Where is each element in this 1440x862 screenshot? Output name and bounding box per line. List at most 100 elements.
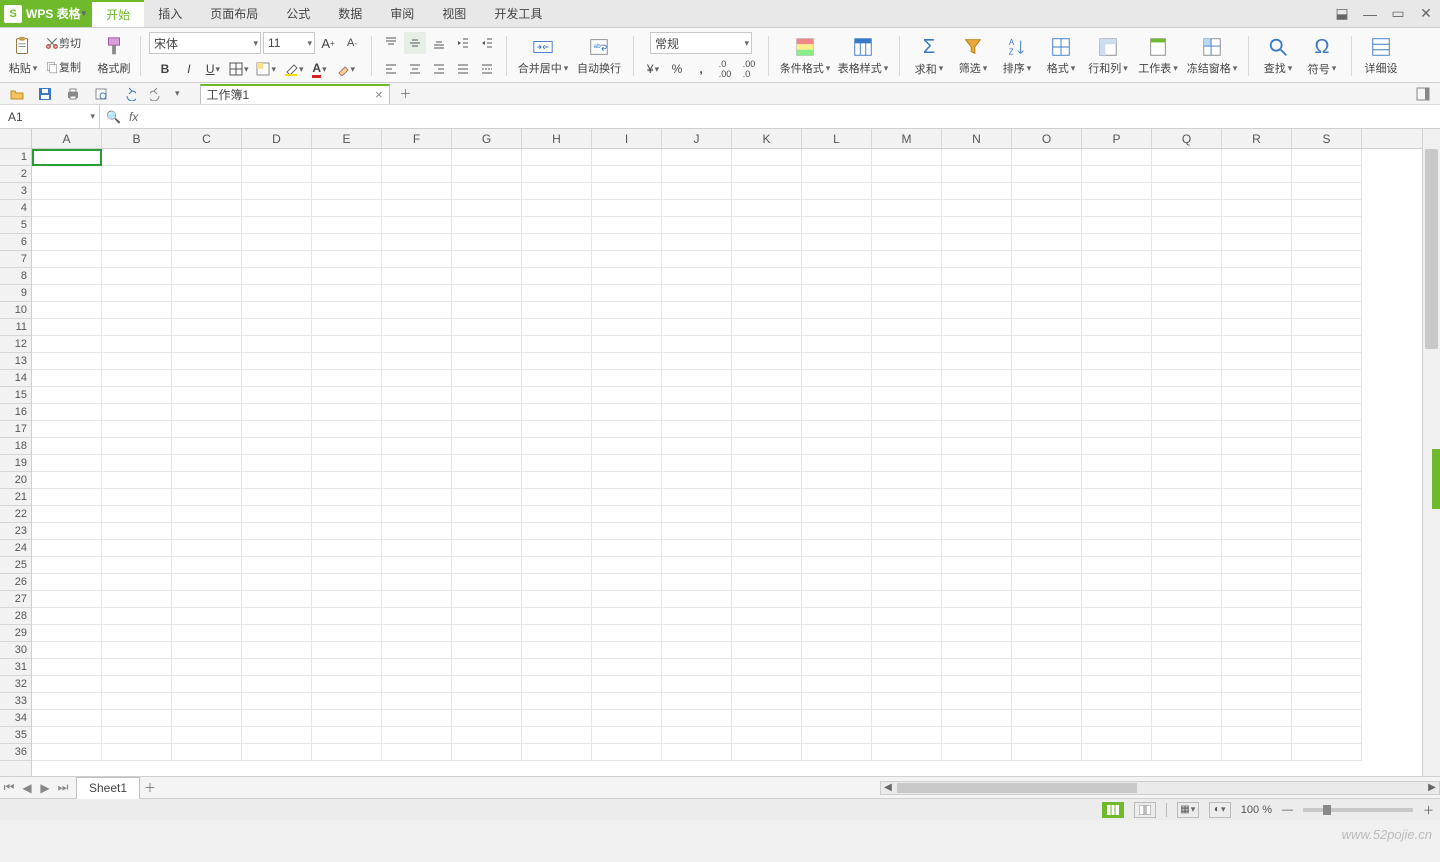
cell[interactable] [1082, 608, 1152, 625]
cell[interactable] [452, 370, 522, 387]
row-header[interactable]: 33 [0, 693, 31, 710]
cell[interactable] [452, 268, 522, 285]
cell[interactable] [1222, 370, 1292, 387]
cell[interactable] [312, 472, 382, 489]
undo-button[interactable] [118, 83, 140, 105]
open-button[interactable] [6, 83, 28, 105]
cell[interactable] [662, 472, 732, 489]
cell[interactable] [242, 149, 312, 166]
cell[interactable] [942, 217, 1012, 234]
cell[interactable] [592, 302, 662, 319]
cell[interactable] [1152, 727, 1222, 744]
cell[interactable] [1222, 234, 1292, 251]
cell[interactable] [732, 710, 802, 727]
cell[interactable] [872, 489, 942, 506]
cell[interactable] [942, 727, 1012, 744]
cell[interactable] [102, 693, 172, 710]
cell[interactable] [732, 693, 802, 710]
cell[interactable] [1012, 574, 1082, 591]
cell[interactable] [802, 319, 872, 336]
column-header[interactable]: C [172, 129, 242, 148]
cell[interactable] [1082, 676, 1152, 693]
cell[interactable] [662, 404, 732, 421]
cell[interactable] [382, 727, 452, 744]
cell[interactable] [942, 540, 1012, 557]
cell[interactable] [242, 472, 312, 489]
fill-color-button[interactable]: ▾ [281, 58, 307, 80]
cell[interactable] [1012, 455, 1082, 472]
cut-button[interactable]: 剪切 [42, 32, 94, 54]
cell[interactable] [1082, 693, 1152, 710]
cell[interactable] [1222, 744, 1292, 761]
cell[interactable] [1292, 676, 1362, 693]
cell[interactable] [802, 404, 872, 421]
cell[interactable] [942, 353, 1012, 370]
cell[interactable] [102, 183, 172, 200]
cell[interactable] [172, 166, 242, 183]
cell[interactable] [1082, 285, 1152, 302]
sheet-tab[interactable]: Sheet1 [76, 777, 140, 799]
cell[interactable] [1152, 183, 1222, 200]
cell[interactable] [1012, 710, 1082, 727]
cell[interactable] [1012, 251, 1082, 268]
cell[interactable] [1292, 421, 1362, 438]
cell[interactable] [452, 659, 522, 676]
cell[interactable] [312, 506, 382, 523]
row-header[interactable]: 9 [0, 285, 31, 302]
cell[interactable] [312, 387, 382, 404]
cell[interactable] [1222, 404, 1292, 421]
cell[interactable] [382, 302, 452, 319]
cell[interactable] [802, 336, 872, 353]
cell[interactable] [32, 268, 102, 285]
increase-decimal-button[interactable]: .0.00 [714, 58, 736, 80]
cell[interactable] [242, 727, 312, 744]
cell[interactable] [872, 302, 942, 319]
zoom-percent-label[interactable]: 100 % [1241, 804, 1272, 816]
cell[interactable] [242, 268, 312, 285]
row-header[interactable]: 12 [0, 336, 31, 353]
cell[interactable] [1012, 438, 1082, 455]
cell[interactable] [592, 183, 662, 200]
cell[interactable] [102, 353, 172, 370]
cell[interactable] [732, 200, 802, 217]
app-brand[interactable]: S WPS 表格 ▾ [0, 0, 92, 27]
scroll-right-icon[interactable]: ▶ [1425, 782, 1439, 794]
cell[interactable] [1222, 642, 1292, 659]
cell[interactable] [872, 200, 942, 217]
menu-tab-formulas[interactable]: 公式 [272, 0, 324, 27]
cell[interactable] [242, 608, 312, 625]
cell[interactable] [1012, 506, 1082, 523]
cell[interactable] [522, 217, 592, 234]
cell[interactable] [1152, 710, 1222, 727]
cell[interactable] [662, 523, 732, 540]
cell[interactable] [102, 421, 172, 438]
cell[interactable] [1082, 404, 1152, 421]
cell[interactable] [872, 710, 942, 727]
cell[interactable] [522, 659, 592, 676]
cell[interactable] [732, 489, 802, 506]
cell[interactable] [1012, 489, 1082, 506]
cell[interactable] [732, 659, 802, 676]
cell[interactable] [382, 710, 452, 727]
horizontal-scrollbar[interactable]: ◀ ▶ [880, 781, 1440, 795]
cell[interactable] [1082, 234, 1152, 251]
cell[interactable] [102, 659, 172, 676]
cell[interactable] [1152, 302, 1222, 319]
cell[interactable] [1082, 149, 1152, 166]
cell[interactable] [452, 625, 522, 642]
cell[interactable] [312, 676, 382, 693]
cell[interactable] [1012, 183, 1082, 200]
cell[interactable] [662, 149, 732, 166]
cell[interactable] [1222, 693, 1292, 710]
cell[interactable] [1152, 319, 1222, 336]
cell[interactable] [242, 574, 312, 591]
cell[interactable] [382, 659, 452, 676]
column-header[interactable]: I [592, 129, 662, 148]
cell[interactable] [312, 404, 382, 421]
cell[interactable] [732, 217, 802, 234]
cell[interactable] [732, 608, 802, 625]
cell[interactable] [732, 319, 802, 336]
cell[interactable] [1152, 489, 1222, 506]
cell[interactable] [242, 693, 312, 710]
cell[interactable] [32, 727, 102, 744]
